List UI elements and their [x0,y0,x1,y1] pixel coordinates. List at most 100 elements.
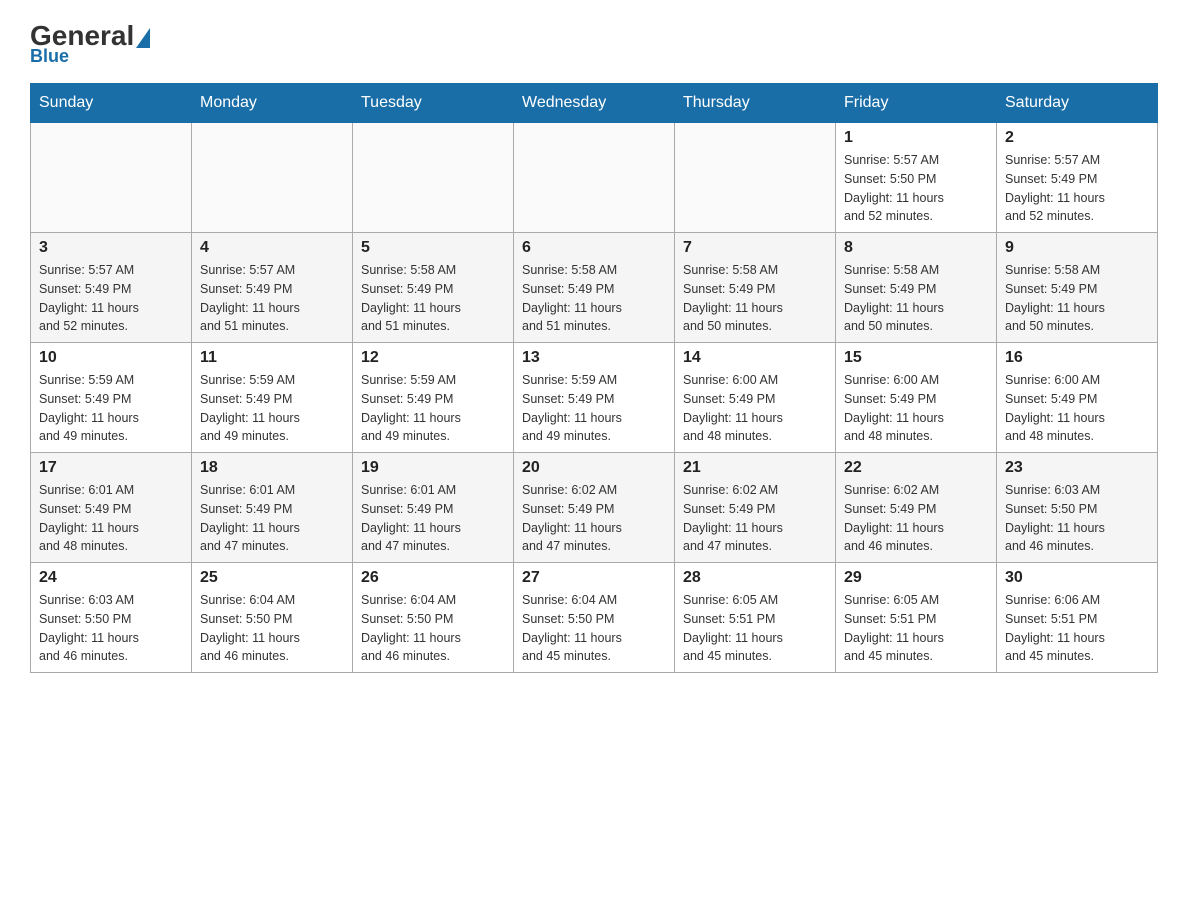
day-info: Sunrise: 6:05 AMSunset: 5:51 PMDaylight:… [683,591,827,666]
day-info: Sunrise: 6:00 AMSunset: 5:49 PMDaylight:… [844,371,988,446]
header-sunday: Sunday [31,84,192,123]
calendar-cell: 9Sunrise: 5:58 AMSunset: 5:49 PMDaylight… [997,233,1158,343]
day-info: Sunrise: 5:59 AMSunset: 5:49 PMDaylight:… [200,371,344,446]
day-number: 10 [39,349,183,367]
calendar-header-row: Sunday Monday Tuesday Wednesday Thursday… [31,84,1158,123]
day-number: 18 [200,459,344,477]
calendar-cell: 18 Sunrise: 6:01 AMSunset: 5:49 PMDayligh… [192,453,353,563]
day-number: 11 [200,349,344,367]
day-number: 28 [683,569,827,587]
day-number: 12 [361,349,505,367]
calendar-cell [192,123,353,233]
day-info: Sunrise: 5:58 AMSunset: 5:49 PMDaylight:… [361,261,505,336]
header-monday: Monday [192,84,353,123]
day-info: Sunrise: 6:04 AMSunset: 5:50 PMDaylight:… [200,591,344,666]
calendar-week-row: 17 Sunrise: 6:01 AMSunset: 5:49 PMDayligh… [31,453,1158,563]
day-info: Sunrise: 5:57 AMSunset: 5:49 PMDaylight:… [39,261,183,336]
day-number: 14 [683,349,827,367]
calendar-cell [31,123,192,233]
calendar-cell: 28 Sunrise: 6:05 AMSunset: 5:51 PMDayligh… [675,563,836,673]
day-number: 24 [39,569,183,587]
day-info: Sunrise: 5:57 AMSunset: 5:49 PMDaylight:… [1005,151,1149,226]
day-number: 3 [39,239,183,257]
day-number: 17 [39,459,183,477]
calendar-cell: 23 Sunrise: 6:03 AMSunset: 5:50 PMDayligh… [997,453,1158,563]
day-number: 5 [361,239,505,257]
calendar-cell: 13 Sunrise: 5:59 AMSunset: 5:49 PMDayligh… [514,343,675,453]
calendar-cell: 1 Sunrise: 5:57 AMSunset: 5:50 PMDaylight… [836,123,997,233]
calendar-cell: 19 Sunrise: 6:01 AMSunset: 5:49 PMDayligh… [353,453,514,563]
calendar-cell: 2 Sunrise: 5:57 AMSunset: 5:49 PMDaylight… [997,123,1158,233]
day-info: Sunrise: 5:59 AMSunset: 5:49 PMDaylight:… [39,371,183,446]
day-info: Sunrise: 6:06 AMSunset: 5:51 PMDaylight:… [1005,591,1149,666]
day-info: Sunrise: 6:02 AMSunset: 5:49 PMDaylight:… [844,481,988,556]
calendar-cell: 11 Sunrise: 5:59 AMSunset: 5:49 PMDayligh… [192,343,353,453]
day-info: Sunrise: 6:01 AMSunset: 5:49 PMDaylight:… [361,481,505,556]
calendar-cell: 7 Sunrise: 5:58 AMSunset: 5:49 PMDaylight… [675,233,836,343]
day-info: Sunrise: 6:00 AMSunset: 5:49 PMDaylight:… [1005,371,1149,446]
calendar-cell [514,123,675,233]
day-number: 19 [361,459,505,477]
calendar-week-row: 10 Sunrise: 5:59 AMSunset: 5:49 PMDayligh… [31,343,1158,453]
day-number: 9 [1005,239,1149,257]
day-number: 29 [844,569,988,587]
calendar-cell: 25 Sunrise: 6:04 AMSunset: 5:50 PMDayligh… [192,563,353,673]
day-info: Sunrise: 5:58 AMSunset: 5:49 PMDaylight:… [683,261,827,336]
day-info: Sunrise: 5:58 AMSunset: 5:49 PMDaylight:… [522,261,666,336]
calendar-cell: 20Sunrise: 6:02 AMSunset: 5:49 PMDayligh… [514,453,675,563]
calendar-cell: 16 Sunrise: 6:00 AMSunset: 5:49 PMDayligh… [997,343,1158,453]
day-info: Sunrise: 5:59 AMSunset: 5:49 PMDaylight:… [522,371,666,446]
calendar-cell [353,123,514,233]
calendar-cell [675,123,836,233]
day-number: 13 [522,349,666,367]
calendar-cell: 10 Sunrise: 5:59 AMSunset: 5:49 PMDayligh… [31,343,192,453]
calendar-cell: 5 Sunrise: 5:58 AMSunset: 5:49 PMDaylight… [353,233,514,343]
calendar-cell: 17 Sunrise: 6:01 AMSunset: 5:49 PMDayligh… [31,453,192,563]
day-info: Sunrise: 6:01 AMSunset: 5:49 PMDaylight:… [200,481,344,556]
day-number: 2 [1005,129,1149,147]
day-info: Sunrise: 6:04 AMSunset: 5:50 PMDaylight:… [361,591,505,666]
header-thursday: Thursday [675,84,836,123]
day-info: Sunrise: 6:03 AMSunset: 5:50 PMDaylight:… [1005,481,1149,556]
day-info: Sunrise: 5:57 AMSunset: 5:50 PMDaylight:… [844,151,988,226]
day-number: 25 [200,569,344,587]
day-info: Sunrise: 6:00 AMSunset: 5:49 PMDaylight:… [683,371,827,446]
calendar-cell: 27Sunrise: 6:04 AMSunset: 5:50 PMDayligh… [514,563,675,673]
day-info: Sunrise: 6:04 AMSunset: 5:50 PMDaylight:… [522,591,666,666]
day-number: 7 [683,239,827,257]
day-number: 1 [844,129,988,147]
calendar-cell: 29 Sunrise: 6:05 AMSunset: 5:51 PMDayligh… [836,563,997,673]
day-number: 21 [683,459,827,477]
day-number: 30 [1005,569,1149,587]
header-saturday: Saturday [997,84,1158,123]
calendar-cell: 14 Sunrise: 6:00 AMSunset: 5:49 PMDayligh… [675,343,836,453]
day-info: Sunrise: 6:05 AMSunset: 5:51 PMDaylight:… [844,591,988,666]
day-info: Sunrise: 6:01 AMSunset: 5:49 PMDaylight:… [39,481,183,556]
calendar-week-row: 24 Sunrise: 6:03 AMSunset: 5:50 PMDayligh… [31,563,1158,673]
calendar-table: Sunday Monday Tuesday Wednesday Thursday… [30,83,1158,673]
day-info: Sunrise: 6:03 AMSunset: 5:50 PMDaylight:… [39,591,183,666]
header-wednesday: Wednesday [514,84,675,123]
day-number: 15 [844,349,988,367]
day-number: 23 [1005,459,1149,477]
day-number: 22 [844,459,988,477]
day-number: 6 [522,239,666,257]
calendar-week-row: 1 Sunrise: 5:57 AMSunset: 5:50 PMDaylight… [31,123,1158,233]
calendar-week-row: 3 Sunrise: 5:57 AMSunset: 5:49 PMDaylight… [31,233,1158,343]
day-info: Sunrise: 5:58 AMSunset: 5:49 PMDaylight:… [844,261,988,336]
calendar-cell: 8Sunrise: 5:58 AMSunset: 5:49 PMDaylight… [836,233,997,343]
logo-blue-text: Blue [30,46,69,67]
day-info: Sunrise: 5:59 AMSunset: 5:49 PMDaylight:… [361,371,505,446]
day-number: 26 [361,569,505,587]
calendar-cell: 3 Sunrise: 5:57 AMSunset: 5:49 PMDaylight… [31,233,192,343]
day-number: 20 [522,459,666,477]
day-number: 16 [1005,349,1149,367]
calendar-cell: 6 Sunrise: 5:58 AMSunset: 5:49 PMDaylight… [514,233,675,343]
day-info: Sunrise: 6:02 AMSunset: 5:49 PMDaylight:… [683,481,827,556]
header-friday: Friday [836,84,997,123]
calendar-cell: 12 Sunrise: 5:59 AMSunset: 5:49 PMDayligh… [353,343,514,453]
calendar-cell: 26 Sunrise: 6:04 AMSunset: 5:50 PMDayligh… [353,563,514,673]
calendar-cell: 4Sunrise: 5:57 AMSunset: 5:49 PMDaylight… [192,233,353,343]
logo: General Blue [30,20,152,67]
page-header: General Blue [30,20,1158,67]
